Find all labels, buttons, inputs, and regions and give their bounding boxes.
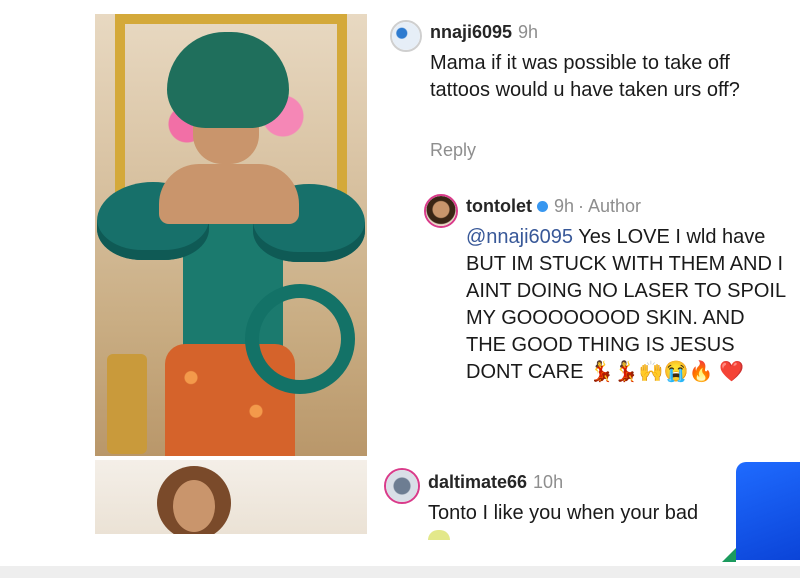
timestamp: 9h	[553, 196, 575, 216]
dress-swirl	[245, 284, 355, 394]
verified-badge-icon	[536, 201, 548, 213]
username[interactable]: tontolet	[466, 196, 532, 216]
secondary-photo	[95, 460, 367, 534]
next-avatar-partial	[428, 530, 450, 540]
photo-collage	[95, 14, 367, 534]
corner-decoration	[722, 548, 736, 562]
username[interactable]: daltimate66	[428, 472, 527, 492]
comment-header: daltimate66 10h	[428, 472, 563, 493]
gold-chair	[107, 354, 147, 454]
comment-text: Mama if it was possible to take off tatt…	[430, 52, 740, 101]
bottom-bar	[0, 566, 800, 578]
username[interactable]: nnaji6095	[430, 22, 512, 42]
comment-text: @nnaji6095 Yes LOVE I wld have BUT IM ST…	[466, 224, 786, 386]
reply-button[interactable]: Reply	[430, 140, 476, 161]
timestamp: 10h	[533, 472, 564, 492]
main-photo	[95, 14, 367, 456]
corner-overlay	[736, 462, 800, 560]
timestamp: 9h	[518, 22, 539, 42]
comment-text: Tonto I like you when your bad	[428, 502, 699, 524]
mention-link[interactable]: @nnaji6095	[466, 226, 573, 248]
author-tag: · Author	[578, 196, 642, 216]
avatar[interactable]	[424, 194, 458, 228]
portrait	[157, 466, 231, 534]
avatar[interactable]	[390, 20, 422, 52]
comment-header: tontolet 9h · Author	[466, 196, 641, 217]
avatar[interactable]	[384, 468, 420, 504]
comment-body: Yes LOVE I wld have BUT IM STUCK WITH TH…	[466, 226, 786, 383]
shoulders	[159, 164, 299, 224]
comment-header: nnaji6095 9h	[430, 22, 538, 43]
